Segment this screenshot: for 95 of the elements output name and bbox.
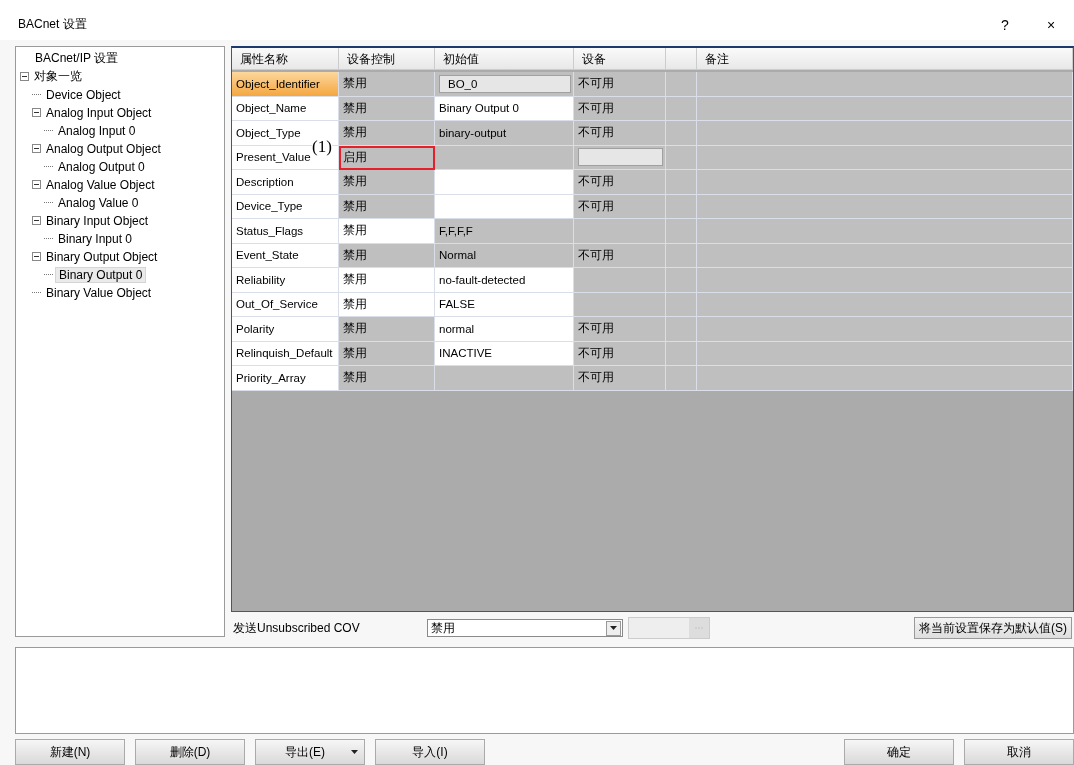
table-cell: 禁用 — [339, 366, 435, 391]
table-cell: 禁用 — [339, 317, 435, 342]
table-cell: Status_Flags — [232, 219, 339, 244]
table-cell — [666, 366, 697, 391]
table-cell: 启用 — [339, 145, 435, 171]
column-header[interactable]: 属性名称 — [232, 47, 339, 70]
table-cell: 不可用 — [574, 243, 666, 269]
tree-item[interactable]: Analog Value Object — [43, 177, 158, 192]
close-button[interactable]: × — [1028, 16, 1074, 33]
table-cell — [666, 96, 697, 122]
tree-item[interactable]: Analog Output Object — [43, 141, 164, 156]
table-cell: 禁用 — [339, 170, 435, 195]
table-cell — [666, 292, 697, 318]
tree-item[interactable]: Analog Input Object — [43, 105, 155, 120]
table-cell: 禁用 — [339, 194, 435, 220]
tree-item[interactable]: Binary Input 0 — [55, 231, 136, 246]
table-cell — [666, 121, 697, 146]
cov-dropdown[interactable]: 禁用 — [427, 619, 623, 638]
tree-item[interactable]: Analog Input 0 — [55, 123, 139, 138]
table-cell: 不可用 — [574, 96, 666, 122]
tree-item[interactable]: BACnet/IP 设置 — [32, 50, 122, 68]
action-button[interactable]: 新建(N) — [15, 739, 125, 765]
table-cell: Relinquish_Default — [232, 341, 339, 367]
table-cell: 禁用 — [339, 243, 435, 269]
column-header[interactable]: 初始值 — [435, 47, 574, 70]
dialog-button[interactable]: 取消 — [964, 739, 1074, 765]
table-cell: INACTIVE — [435, 341, 574, 367]
table-cell: 不可用 — [574, 72, 666, 97]
window-title: BACnet 设置 — [18, 16, 88, 34]
table-cell — [666, 219, 697, 244]
help-button[interactable]: ? — [982, 16, 1028, 33]
table-cell: 禁用 — [339, 96, 435, 122]
action-button[interactable]: 导入(I) — [375, 739, 485, 765]
table-cell — [666, 341, 697, 367]
table-cell: 不可用 — [574, 366, 666, 391]
tree-item[interactable]: Binary Output Object — [43, 249, 161, 264]
collapse-icon[interactable] — [32, 252, 41, 262]
table-cell: Device_Type — [232, 194, 339, 220]
collapse-icon[interactable] — [32, 180, 41, 190]
table-cell: Object_Name — [232, 96, 339, 122]
table-cell: 禁用 — [339, 72, 435, 97]
table-cell — [666, 194, 697, 220]
table-cell: 禁用 — [339, 341, 435, 367]
table-cell: FALSE — [435, 292, 574, 318]
table-cell: Object_Identifier — [232, 72, 339, 97]
collapse-icon[interactable] — [32, 144, 41, 154]
table-cell: 不可用 — [574, 341, 666, 367]
cov-label: 发送Unsubscribed COV — [233, 619, 361, 637]
table-cell: F,F,F,F — [435, 219, 574, 244]
table-cell: Binary Output 0 — [435, 96, 574, 122]
table-cell: binary-output — [435, 121, 574, 146]
table-cell — [666, 268, 697, 293]
table-cell: Polarity — [232, 317, 339, 342]
tree-item[interactable]: Analog Value 0 — [55, 195, 142, 210]
table-cell — [666, 317, 697, 342]
collapse-icon[interactable] — [32, 108, 41, 118]
table-cell: no-fault-detected — [435, 268, 574, 293]
table-cell: Event_State — [232, 243, 339, 269]
caret-icon — [610, 626, 617, 631]
table-cell: 不可用 — [574, 317, 666, 342]
value-field[interactable] — [578, 148, 663, 167]
table-cell: Reliability — [232, 268, 339, 293]
table-cell: 不可用 — [574, 194, 666, 220]
tree-item[interactable]: Binary Output 0 — [55, 266, 147, 283]
table-cell: 不可用 — [574, 121, 666, 146]
table-cell: Out_Of_Service — [232, 292, 339, 318]
action-button[interactable]: 删除(D) — [135, 739, 245, 765]
column-header[interactable]: 备注 — [697, 47, 1073, 70]
table-cell: normal — [435, 317, 574, 342]
table-cell: 禁用 — [339, 121, 435, 146]
dialog-button[interactable]: 确定 — [844, 739, 954, 765]
table-cell — [666, 170, 697, 195]
column-header[interactable] — [666, 47, 697, 70]
caret-icon — [351, 750, 358, 754]
tree-item[interactable]: 对象一览 — [31, 68, 85, 86]
tree-item[interactable]: Device Object — [43, 87, 124, 102]
table-cell: 不可用 — [574, 170, 666, 195]
table-cell: Priority_Array — [232, 366, 339, 391]
table-cell: Description — [232, 170, 339, 195]
table-cell: 禁用 — [339, 292, 435, 318]
column-header[interactable]: 设备控制 — [339, 47, 435, 70]
save-default-button[interactable]: 将当前设置保存为默认值(S) — [914, 617, 1072, 640]
table-cell: 禁用 — [339, 268, 435, 293]
collapse-icon[interactable] — [20, 72, 29, 82]
collapse-icon[interactable] — [32, 216, 41, 226]
table-cell — [666, 243, 697, 269]
value-field[interactable]: BO_0 — [439, 74, 571, 93]
table-cell: 禁用 — [339, 219, 435, 244]
tree-item[interactable]: Binary Input Object — [43, 213, 152, 228]
tree-item[interactable]: Binary Value Object — [43, 285, 155, 300]
export-button[interactable]: 导出(E) — [255, 739, 365, 765]
table-cell — [666, 72, 697, 97]
tree-item[interactable]: Analog Output 0 — [55, 159, 148, 174]
table-cell: Normal — [435, 243, 574, 269]
column-header[interactable]: 设备 — [574, 47, 666, 70]
